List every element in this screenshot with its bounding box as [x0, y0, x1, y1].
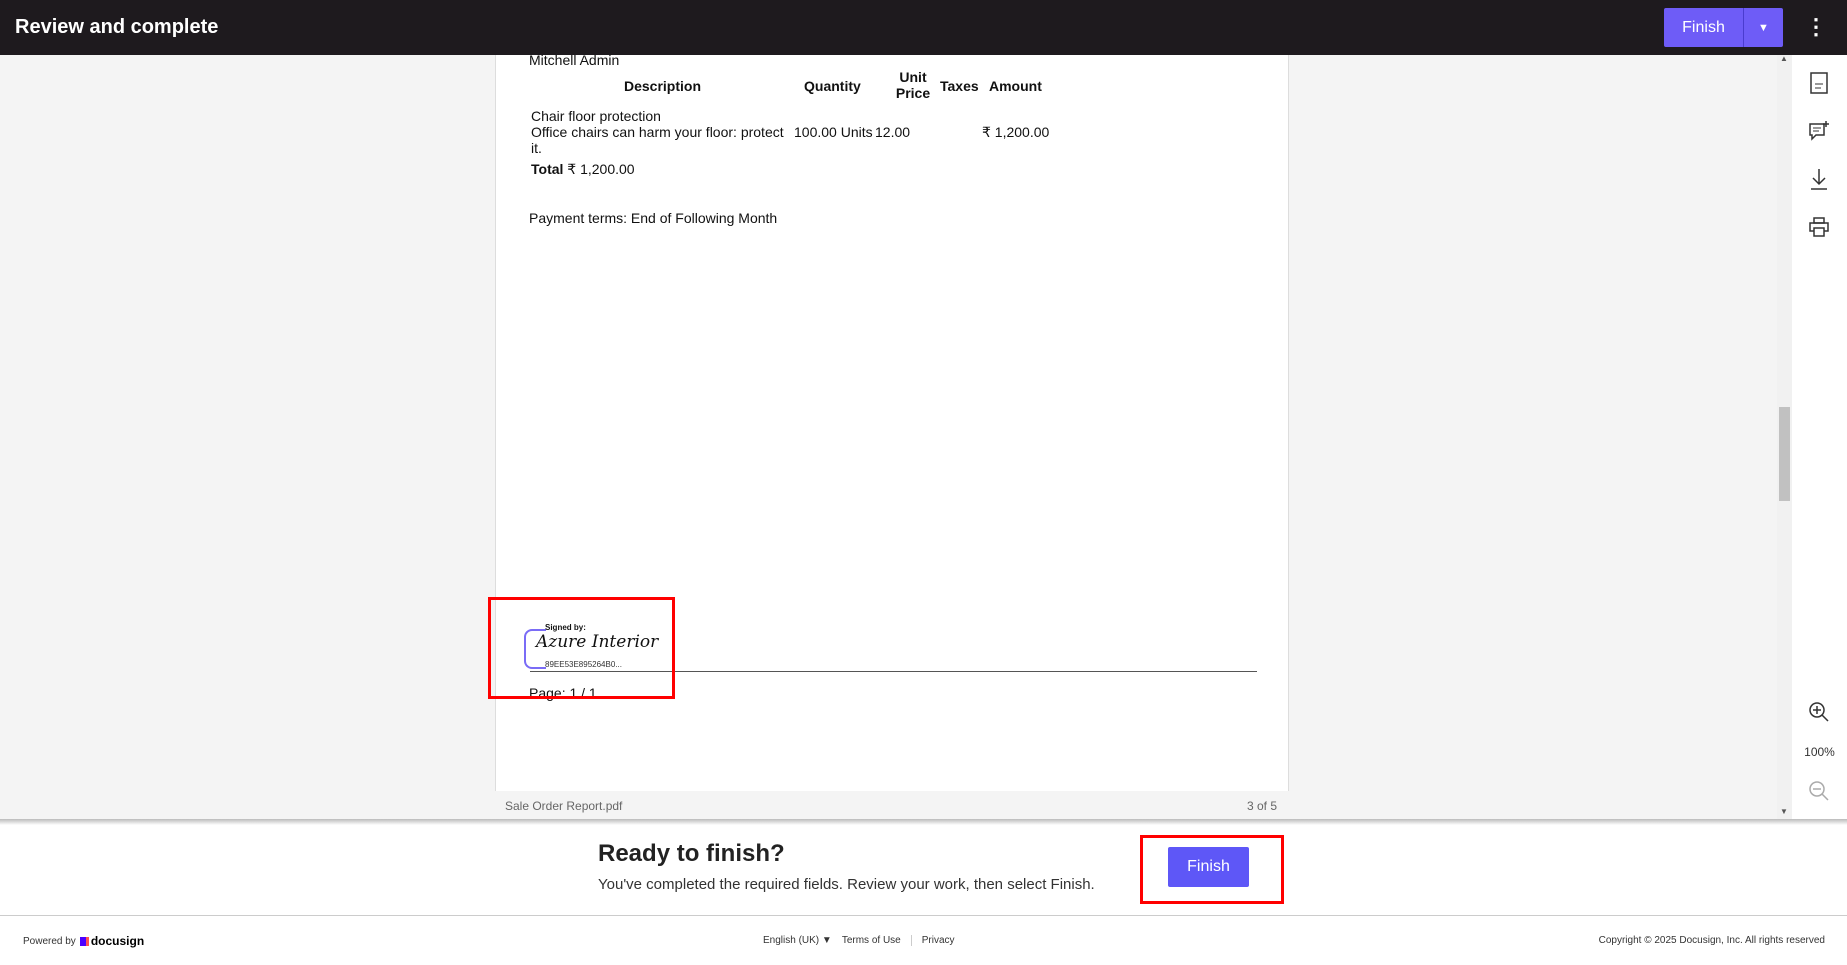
download-icon[interactable] [1806, 166, 1832, 192]
copyright: Copyright © 2025 Docusign, Inc. All righ… [1598, 935, 1825, 946]
finish-button[interactable]: Finish [1664, 8, 1744, 47]
finish-panel: Ready to finish? You've completed the re… [598, 840, 1095, 893]
payment-terms: Payment terms: End of Following Month [529, 210, 778, 226]
line-amount: ₹ 1,200.00 [982, 124, 1050, 140]
scroll-thumb[interactable] [1779, 407, 1790, 501]
scroll-up-icon[interactable]: ▲ [1780, 54, 1788, 63]
zoom-level: 100% [1804, 745, 1835, 759]
file-name: Sale Order Report.pdf [505, 799, 623, 813]
total-value: ₹ 1,200.00 [567, 161, 635, 177]
document-viewer: Mitchell Admin Description Quantity Unit… [0, 55, 1777, 819]
page-footer: Powered by docusign English (UK) ▼ Terms … [0, 915, 1847, 965]
zoom-in-icon[interactable] [1806, 699, 1832, 725]
finish-split-button: Finish ▼ [1664, 8, 1783, 47]
finish-button-highlight [1140, 835, 1284, 904]
comment-add-icon[interactable] [1806, 118, 1832, 144]
total-label: Total [531, 161, 564, 177]
finish-panel-message: You've completed the required fields. Re… [598, 876, 1095, 893]
document-icon[interactable] [1806, 70, 1832, 96]
powered-by-label: Powered by [23, 935, 76, 947]
caret-down-icon: ▼ [1758, 21, 1769, 34]
col-description: Description [624, 78, 702, 94]
col-taxes: Taxes [940, 78, 979, 94]
col-amount: Amount [989, 78, 1042, 94]
terms-link[interactable]: Terms of Use [842, 935, 901, 946]
line-quantity: 100.00 Units [794, 124, 873, 140]
panel-shadow [0, 819, 1847, 825]
zoom-out-icon[interactable] [1806, 778, 1832, 804]
col-unit-price: Unit Price [895, 69, 931, 101]
language-label: English (UK) [763, 935, 820, 946]
top-bar: Review and complete Finish ▼ ⋮ [0, 0, 1847, 55]
line-unit-price: 12.00 [875, 124, 911, 140]
finish-options-button[interactable]: ▼ [1744, 8, 1783, 47]
salesperson: Mitchell Admin [529, 55, 620, 68]
caret-down-icon: ▼ [821, 935, 832, 946]
language-selector[interactable]: English (UK) ▼ [763, 935, 832, 946]
col-quantity: Quantity [804, 78, 861, 94]
docusign-logo: docusign [80, 934, 144, 948]
tool-rail: 100% [1792, 55, 1847, 819]
line-desc: Office chairs can harm your floor: prote… [531, 124, 784, 140]
vertical-scrollbar[interactable]: ▲ ▼ [1777, 54, 1792, 819]
more-options-icon[interactable]: ⋮ [1805, 14, 1827, 40]
finish-panel-title: Ready to finish? [598, 840, 785, 867]
signature-highlight [488, 597, 675, 699]
line-name: Chair floor protection [531, 108, 661, 124]
print-icon[interactable] [1806, 214, 1832, 240]
page-counter: 3 of 5 [1247, 799, 1278, 813]
scroll-down-icon[interactable]: ▼ [1780, 807, 1788, 816]
privacy-link[interactable]: Privacy [922, 935, 955, 946]
divider [910, 935, 912, 946]
line-desc-cont: it. [531, 140, 542, 156]
page-title: Review and complete [15, 16, 219, 38]
